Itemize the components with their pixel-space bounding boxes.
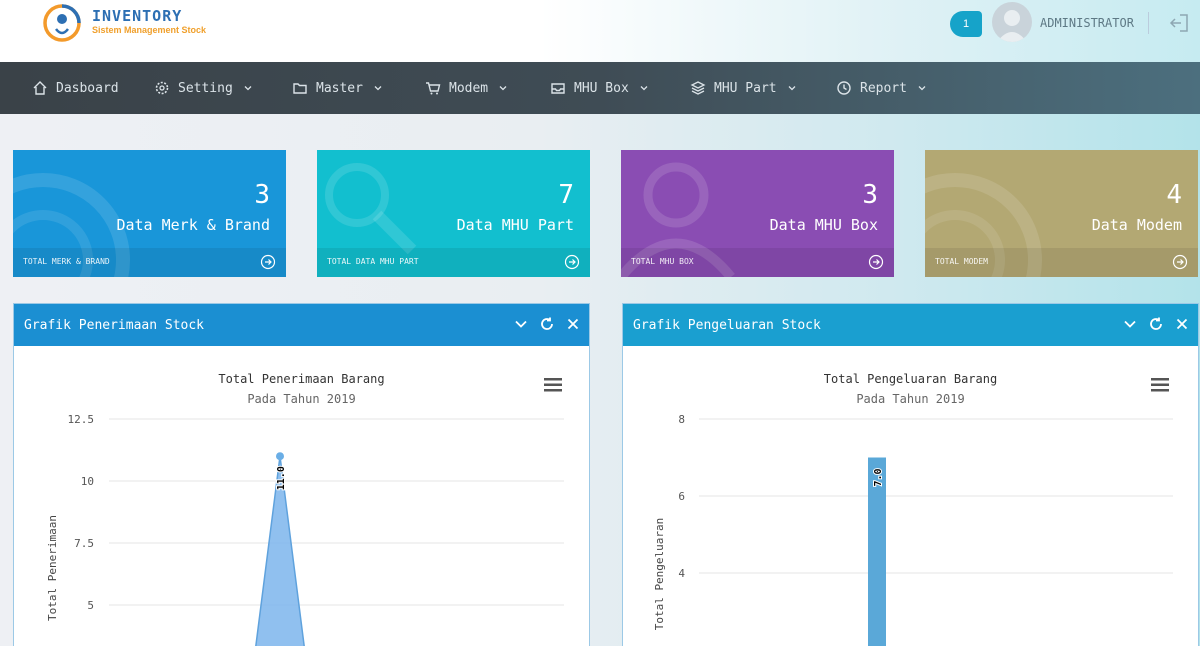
nav-label: Setting	[178, 80, 233, 96]
arrow-circle-right-icon[interactable]	[1172, 254, 1188, 270]
panel-header: Grafik Penerimaan Stock	[14, 304, 589, 346]
stat-card-mhu-box[interactable]: 3 Data MHU Box TOTAL MHU BOX	[621, 150, 894, 277]
y-tick-label: 7.5	[74, 537, 94, 550]
nav-label: MHU Part	[714, 80, 777, 96]
brand-subtitle: Sistem Management Stock	[92, 25, 207, 35]
nav-dasboard[interactable]: Dasboard	[32, 62, 119, 114]
nav-label: Dasboard	[56, 80, 119, 96]
card-count: 3	[254, 180, 270, 210]
home-icon	[33, 81, 47, 95]
user-icon	[997, 10, 1027, 42]
card-count: 4	[1166, 180, 1182, 210]
chevron-down-icon	[244, 86, 252, 91]
y-tick-label: 8	[678, 413, 685, 426]
panel-title: Grafik Pengeluaran Stock	[633, 317, 821, 333]
notification-badge[interactable]: 1	[950, 11, 982, 37]
nav-modem[interactable]: Modem	[425, 62, 516, 114]
close-icon[interactable]	[1174, 316, 1190, 332]
card-title: Data MHU Part	[456, 216, 574, 234]
panel-title: Grafik Penerimaan Stock	[24, 317, 205, 333]
arrow-circle-right-icon[interactable]	[564, 254, 580, 270]
cart-icon	[426, 82, 441, 95]
card-count: 7	[558, 180, 574, 210]
chevron-down-icon	[788, 86, 796, 91]
arrow-circle-right-icon[interactable]	[868, 254, 884, 270]
panel-penerimaan-stock: Grafik Penerimaan Stock Total Penerimaan…	[13, 303, 590, 646]
nav-setting[interactable]: Setting	[154, 62, 261, 114]
card-footer: TOTAL MERK & BRAND	[13, 248, 286, 277]
panel-pengeluaran-stock: Grafik Pengeluaran Stock Total Pengeluar…	[622, 303, 1199, 646]
chevron-down-icon	[374, 86, 382, 91]
card-title: Data Modem	[1091, 216, 1182, 234]
card-footer-label: TOTAL MERK & BRAND	[23, 257, 110, 266]
refresh-icon[interactable]	[1148, 316, 1164, 332]
refresh-icon[interactable]	[539, 316, 555, 332]
nav-label: Modem	[449, 80, 489, 96]
card-footer: TOTAL DATA MHU PART	[317, 248, 590, 277]
chart-penerimaan: 12.5 10 7.5 5 Total Penerimaan 11.0	[46, 413, 564, 646]
nav-label: Report	[860, 80, 907, 96]
card-title: Data Merk & Brand	[116, 216, 270, 234]
y-axis-label: Total Penerimaan	[46, 515, 59, 621]
main-navbar: Dasboard Setting Master Modem MHU Box MH…	[0, 62, 1200, 114]
card-footer-label: TOTAL MODEM	[935, 257, 988, 266]
nav-label: MHU Box	[574, 80, 629, 96]
stat-card-modem[interactable]: 4 Data Modem TOTAL MODEM	[925, 150, 1198, 277]
brand-name: INVENTORY	[92, 7, 183, 25]
chevron-down-icon	[640, 86, 648, 91]
card-count: 3	[862, 180, 878, 210]
close-icon[interactable]	[565, 316, 581, 332]
clock-icon	[837, 81, 851, 95]
y-axis-label: Total Pengeluaran	[653, 518, 666, 631]
nav-mhu-part[interactable]: MHU Part	[690, 62, 805, 114]
card-footer: TOTAL MHU BOX	[621, 248, 894, 277]
nav-mhu-box[interactable]: MHU Box	[550, 62, 657, 114]
panel-header: Grafik Pengeluaran Stock	[623, 304, 1198, 346]
chevron-down-icon	[918, 86, 926, 91]
card-footer-label: TOTAL DATA MHU PART	[327, 257, 419, 266]
nav-report[interactable]: Report	[836, 62, 935, 114]
arrow-circle-right-icon[interactable]	[260, 254, 276, 270]
gear-icon	[155, 81, 169, 95]
card-footer: TOTAL MODEM	[925, 248, 1198, 277]
inbox-icon	[551, 83, 565, 94]
panel-tools	[513, 316, 581, 332]
panel-tools	[1122, 316, 1190, 332]
nav-label: Master	[316, 80, 363, 96]
y-tick-label: 6	[678, 490, 685, 503]
logout-icon[interactable]	[1168, 12, 1190, 34]
stat-card-merk-brand[interactable]: 3 Data Merk & Brand TOTAL MERK & BRAND	[13, 150, 286, 277]
data-label: 7.0	[873, 468, 884, 486]
y-tick-label: 5	[87, 599, 94, 612]
y-tick-label: 10	[81, 475, 94, 488]
chevron-down-icon[interactable]	[1122, 316, 1138, 332]
chevron-down-icon	[499, 86, 507, 91]
stat-card-mhu-part[interactable]: 7 Data MHU Part TOTAL DATA MHU PART	[317, 150, 590, 277]
username[interactable]: ADMINISTRATOR	[1040, 16, 1134, 30]
top-header: INVENTORY Sistem Management Stock 1 ADMI…	[0, 0, 1200, 62]
folder-icon	[293, 83, 307, 94]
card-title: Data MHU Box	[769, 216, 878, 234]
avatar[interactable]	[992, 2, 1032, 42]
nav-master[interactable]: Master	[292, 62, 391, 114]
logo-icon	[43, 4, 81, 42]
header-divider	[1148, 12, 1149, 34]
data-point	[276, 452, 284, 461]
chevron-down-icon[interactable]	[513, 316, 529, 332]
y-tick-label: 4	[678, 567, 685, 580]
layers-icon	[690, 81, 706, 95]
card-footer-label: TOTAL MHU BOX	[631, 257, 694, 266]
chart-pengeluaran: 8 6 4 Total Pengeluaran 7.0	[653, 413, 1173, 646]
y-tick-label: 12.5	[68, 413, 95, 426]
data-label: 11.0	[276, 466, 287, 490]
